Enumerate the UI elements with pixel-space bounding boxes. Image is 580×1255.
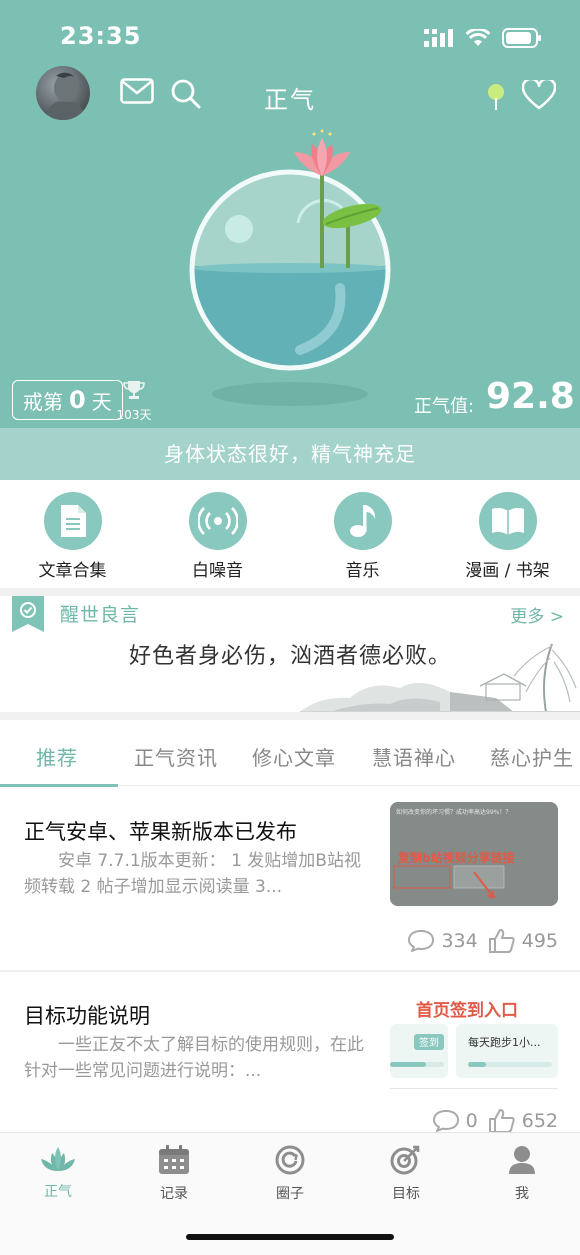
radio-icon <box>197 507 238 535</box>
wifi-icon <box>466 29 490 46</box>
lotus-bowl-illustration[interactable] <box>180 128 400 408</box>
article-summary: 安卓 7.7.1版本更新： 1 发贴增加B站视频转载 2 帖子增加显示阅读量 3… <box>24 851 361 897</box>
section-divider <box>0 588 580 596</box>
streak-days: 0 <box>69 386 86 414</box>
signal-icon <box>424 29 453 47</box>
streak-suffix: 天 <box>91 389 112 414</box>
tabbar-label: 记录 <box>160 1186 188 1202</box>
article-summary: 一些正友不太了解目标的使用规则，在此针对一些常见问题进行说明：... <box>24 1035 364 1081</box>
article-stats: 334 495 <box>407 928 558 954</box>
quick-item-white-noise[interactable]: 白噪音 <box>145 480 290 590</box>
thumbs-up-icon[interactable] <box>488 1108 516 1134</box>
tree-icon[interactable] <box>484 82 508 112</box>
tabbar-item-goals[interactable]: 目标 <box>366 1145 446 1203</box>
thumb-annotation: 复制b站视频分享链接 <box>397 850 515 865</box>
like-count: 652 <box>521 1110 558 1132</box>
tabbar-label: 目标 <box>392 1186 420 1202</box>
score-label: 正气值: <box>414 396 475 417</box>
tabbar-item-circle[interactable]: 圈子 <box>250 1145 330 1203</box>
thumbs-up-icon[interactable] <box>488 928 516 954</box>
circle-refresh-icon <box>275 1145 305 1175</box>
status-bar: 23:35 <box>0 0 580 70</box>
thumb-goal: 每天跑步1小... <box>468 1035 541 1049</box>
thumb-question: 如何改变你的坏习惯？成功率高达99%！？ <box>396 808 511 816</box>
article-thumbnail: 如何改变你的坏习惯？成功率高达99%！？ 复制b站视频分享链接 <box>390 802 558 906</box>
document-icon <box>60 505 86 537</box>
quick-entries: 文章合集 白噪音 音乐 漫画 / 书架 <box>0 480 580 590</box>
streak-prefix: 戒第 <box>23 389 63 414</box>
hero-panel: 23:35 正气 戒第 0 天 103天 正气值: 92.8 <box>0 0 580 480</box>
status-icons <box>424 28 542 48</box>
comment-icon[interactable] <box>407 929 435 953</box>
quick-label: 白噪音 <box>192 561 243 581</box>
streak-badge[interactable]: 戒第 0 天 <box>12 380 123 420</box>
comment-count: 334 <box>441 930 478 952</box>
tabbar-label: 圈子 <box>276 1186 304 1202</box>
article-stats: 0 652 <box>432 1108 558 1134</box>
tab-animal-care[interactable]: 慈心护生 <box>490 742 574 771</box>
lotus-icon <box>41 1147 75 1171</box>
tabbar-item-home[interactable]: 正气 <box>18 1145 98 1201</box>
quote-card[interactable]: 醒世良言 更多 > 好色者身必伤，汹酒者德必败。 <box>0 596 580 712</box>
tabbar-item-me[interactable]: 我 <box>482 1145 562 1203</box>
quick-label: 文章合集 <box>38 561 107 581</box>
thumb-signin: 签到 <box>419 1036 439 1049</box>
tabbar-label: 我 <box>515 1186 529 1202</box>
target-icon <box>390 1145 420 1175</box>
like-count: 495 <box>521 930 558 952</box>
calendar-icon <box>159 1145 189 1174</box>
quick-item-music[interactable]: 音乐 <box>290 480 435 590</box>
book-icon <box>491 507 524 535</box>
battery-icon <box>502 28 541 48</box>
article-thumbnail: 首页签到入口 签到 每天跑步1小... <box>390 990 558 1098</box>
tab-active-indicator <box>0 784 118 787</box>
quick-label: 音乐 <box>345 561 380 581</box>
heart-icon[interactable] <box>522 80 556 110</box>
music-note-icon <box>349 505 375 537</box>
status-time: 23:35 <box>60 22 142 50</box>
tabbar-item-records[interactable]: 记录 <box>134 1145 214 1203</box>
article-title: 目标功能说明 <box>24 1004 150 1028</box>
user-icon <box>509 1146 535 1174</box>
quick-label: 漫画 / 书架 <box>465 561 550 581</box>
tab-mind-articles[interactable]: 修心文章 <box>252 742 336 771</box>
bookmark-icon <box>12 596 44 632</box>
quick-item-comics[interactable]: 漫画 / 书架 <box>435 480 580 590</box>
category-tabs: 推荐 正气资讯 修心文章 慧语禅心 慈心护生 <box>0 720 580 786</box>
trophy-icon <box>123 381 145 399</box>
quick-item-articles[interactable]: 文章合集 <box>0 480 145 590</box>
home-indicator <box>186 1234 394 1240</box>
tabbar-label: 正气 <box>44 1184 72 1200</box>
article-title: 正气安卓、苹果新版本已发布 <box>24 820 297 844</box>
quote-more-link[interactable]: 更多 > <box>510 602 564 627</box>
score-value: 92.8 <box>486 376 575 417</box>
comment-count: 0 <box>465 1110 478 1132</box>
state-bar: 身体状态很好，精气神充足 <box>0 428 580 480</box>
section-divider <box>0 712 580 720</box>
tab-zen-words[interactable]: 慧语禅心 <box>372 742 456 771</box>
best-days: 103天 <box>116 408 152 422</box>
tab-recommended[interactable]: 推荐 <box>36 742 78 771</box>
comment-icon[interactable] <box>432 1109 460 1133</box>
tab-news[interactable]: 正气资讯 <box>134 742 218 771</box>
quote-text: 好色者身必伤，汹酒者德必败。 <box>128 644 451 669</box>
article-card[interactable]: 正气安卓、苹果新版本已发布 安卓 7.7.1版本更新： 1 发贴增加B站视频转载… <box>0 788 580 972</box>
quote-heading: 醒世良言 <box>60 604 141 626</box>
best-streak[interactable]: 103天 <box>114 380 154 423</box>
